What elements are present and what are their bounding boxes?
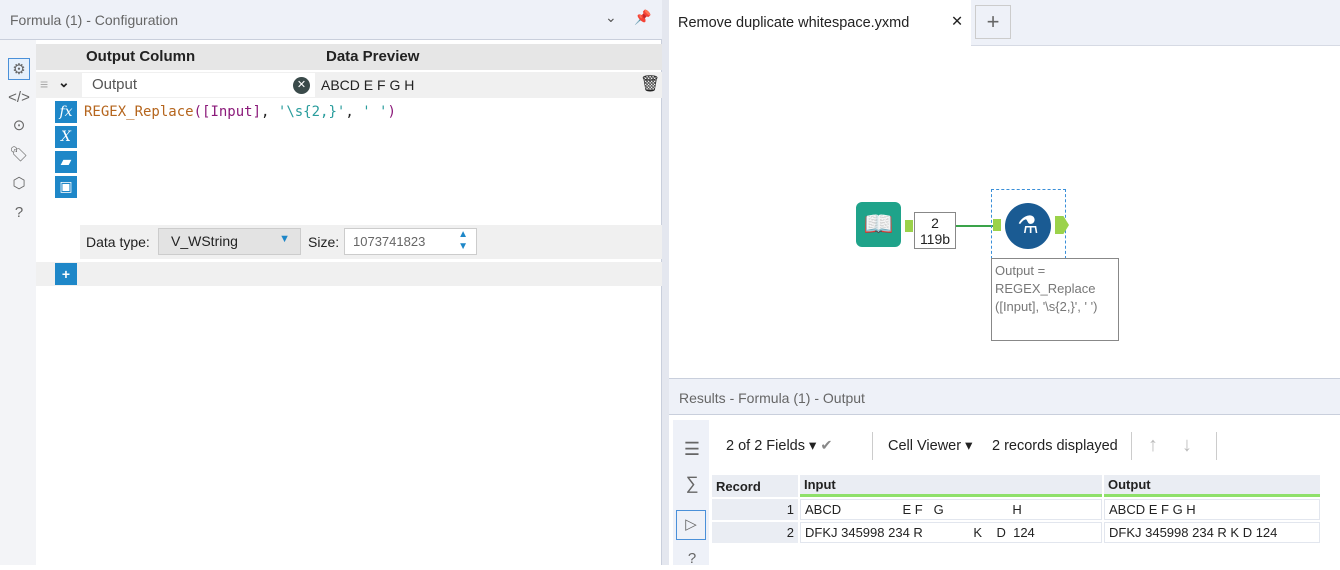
size-input[interactable]: 1073741823 ▲ ▼	[344, 228, 477, 255]
tool-annotation: Output = REGEX_Replace ([Input], '\s{2,}…	[991, 258, 1119, 341]
results-title: Results - Formula (1) - Output	[679, 390, 865, 406]
results-sidebar: ☰ ∑ ▷ ?	[673, 420, 709, 567]
tab-label: Remove duplicate whitespace.yxmd	[678, 15, 910, 31]
expr-replacement: ' '	[362, 104, 388, 120]
records-count: 2 records displayed	[992, 438, 1118, 454]
fields-label: 2 of 2 Fields	[726, 438, 805, 454]
variable-icon[interactable]: X	[55, 126, 77, 148]
cell-record: 1	[712, 499, 798, 520]
header-input[interactable]: Input	[800, 475, 1102, 497]
output-icon[interactable]: ▷	[676, 510, 706, 540]
connection-icon[interactable]: ⊙	[8, 115, 30, 137]
cell-output[interactable]: ABCD E F G H	[1104, 499, 1320, 520]
delete-icon[interactable]: 🗑	[640, 74, 660, 94]
table-row[interactable]: 1 ABCD E F G H ABCD E F G H	[712, 499, 1320, 520]
output-anchor[interactable]	[1055, 216, 1069, 234]
tab-workflow[interactable]: Remove duplicate whitespace.yxmd ✕	[669, 0, 971, 46]
expr-sep: ,	[345, 104, 363, 120]
gear-icon[interactable]: ⚙	[8, 58, 30, 80]
cell-output[interactable]: DFKJ 345998 234 R K D 124	[1104, 522, 1320, 543]
input-tool-icon[interactable]: 📖	[856, 202, 901, 247]
collapse-chevron-icon[interactable]: ⌄	[58, 74, 70, 91]
save-icon[interactable]: ▣	[55, 176, 77, 198]
fields-selector[interactable]: 2 of 2 Fields ▾ ✔	[726, 438, 833, 454]
formula-tool-icon[interactable]: ⚗	[1005, 203, 1051, 249]
data-type-select[interactable]: V_WString ▼	[158, 228, 301, 255]
header-record[interactable]: Record	[712, 475, 798, 497]
record-bytes: 119b	[919, 231, 951, 247]
data-preview-value: ABCD E F G H	[321, 77, 415, 93]
clear-icon[interactable]: ✕	[293, 77, 310, 94]
chevron-down-icon[interactable]: ⌄	[605, 9, 617, 26]
table-row[interactable]: 2 DFKJ 345998 234 R K D 124 DFKJ 345998 …	[712, 522, 1320, 543]
output-field-input[interactable]: Output	[82, 73, 315, 97]
list-icon[interactable]: ☰	[681, 438, 703, 460]
record-count: 2	[931, 215, 939, 231]
arrow-up-icon[interactable]: ↑	[1148, 434, 1158, 457]
workflow-canvas[interactable]: 📖 2 119b ⚗ Output = REGEX_Replace ([Input…	[669, 46, 1340, 371]
tag-icon[interactable]: 🏷	[8, 144, 30, 166]
help-icon[interactable]: ?	[681, 548, 703, 570]
size-value: 1073741823	[353, 234, 426, 249]
add-field-button[interactable]: +	[55, 263, 77, 285]
arrow-down-icon[interactable]: ↓	[1182, 434, 1192, 457]
expr-pattern: '\s{2,}'	[277, 104, 346, 120]
help-icon[interactable]: ?	[8, 202, 30, 224]
cell-viewer-selector[interactable]: Cell Viewer ▾	[888, 438, 972, 454]
expr-paren: )	[387, 104, 396, 120]
close-tab-icon[interactable]: ✕	[951, 14, 963, 30]
size-label: Size:	[308, 234, 340, 250]
record-count-badge: 2 119b	[914, 212, 956, 249]
sigma-icon[interactable]: ∑	[681, 472, 703, 494]
results-table: Record Input Output 1 ABCD E F G H ABCD …	[710, 473, 1322, 545]
add-row	[36, 262, 662, 286]
code-icon[interactable]: </>	[8, 87, 30, 109]
tab-bar: Remove duplicate whitespace.yxmd ✕ +	[669, 0, 1340, 46]
open-folder-icon[interactable]: ▰	[55, 151, 77, 173]
data-preview-header: Data Preview	[318, 44, 658, 70]
results-toolbar: 2 of 2 Fields ▾ ✔ Cell Viewer ▾ 2 record…	[712, 420, 1340, 470]
panel-header: Formula (1) - Configuration ⌄ 📌	[0, 0, 662, 40]
cell-record: 2	[712, 522, 798, 543]
dropdown-arrow-icon: ▼	[279, 233, 290, 245]
cell-input[interactable]: ABCD E F G H	[800, 499, 1102, 520]
output-field-value: Output	[92, 76, 138, 93]
expr-paren: (	[193, 104, 203, 120]
data-type-label: Data type:	[86, 234, 150, 250]
output-column-header: Output Column	[80, 44, 315, 70]
divider	[1216, 432, 1217, 460]
divider	[872, 432, 873, 460]
header-output[interactable]: Output	[1104, 475, 1320, 497]
pin-icon[interactable]: 📌	[634, 9, 651, 26]
spinner-icon[interactable]: ▲ ▼	[458, 229, 468, 253]
connection-line	[956, 225, 994, 227]
output-anchor[interactable]	[905, 220, 913, 232]
table-header: Record Input Output	[712, 475, 1320, 497]
function-icon[interactable]: fx	[55, 101, 77, 123]
expr-sep: ,	[261, 104, 278, 120]
panel-title: Formula (1) - Configuration	[10, 12, 179, 28]
configuration-panel: Formula (1) - Configuration ⌄ 📌 ⚙ </> ⊙ …	[0, 0, 662, 565]
new-tab-button[interactable]: +	[975, 5, 1011, 39]
cell-viewer-label: Cell Viewer	[888, 438, 962, 454]
cell-input[interactable]: DFKJ 345998 234 R K D 124	[800, 522, 1102, 543]
drag-handle-icon[interactable]: ≡	[40, 76, 48, 92]
config-sidebar: ⚙ </> ⊙ 🏷 ⬡ ?	[0, 40, 36, 565]
expr-field: [Input]	[202, 104, 262, 120]
cube-icon[interactable]: ⬡	[8, 173, 30, 195]
checkmark-icon[interactable]: ✔	[820, 438, 832, 454]
results-header: Results - Formula (1) - Output	[669, 378, 1340, 415]
expression-editor[interactable]: REGEX_Replace([Input], '\s{2,}', ' ')	[84, 104, 396, 120]
input-anchor[interactable]	[993, 219, 1001, 231]
data-type-value: V_WString	[171, 233, 238, 249]
divider	[1131, 432, 1132, 460]
panel-splitter[interactable]	[662, 0, 669, 565]
expr-function: REGEX_Replace	[84, 104, 194, 120]
